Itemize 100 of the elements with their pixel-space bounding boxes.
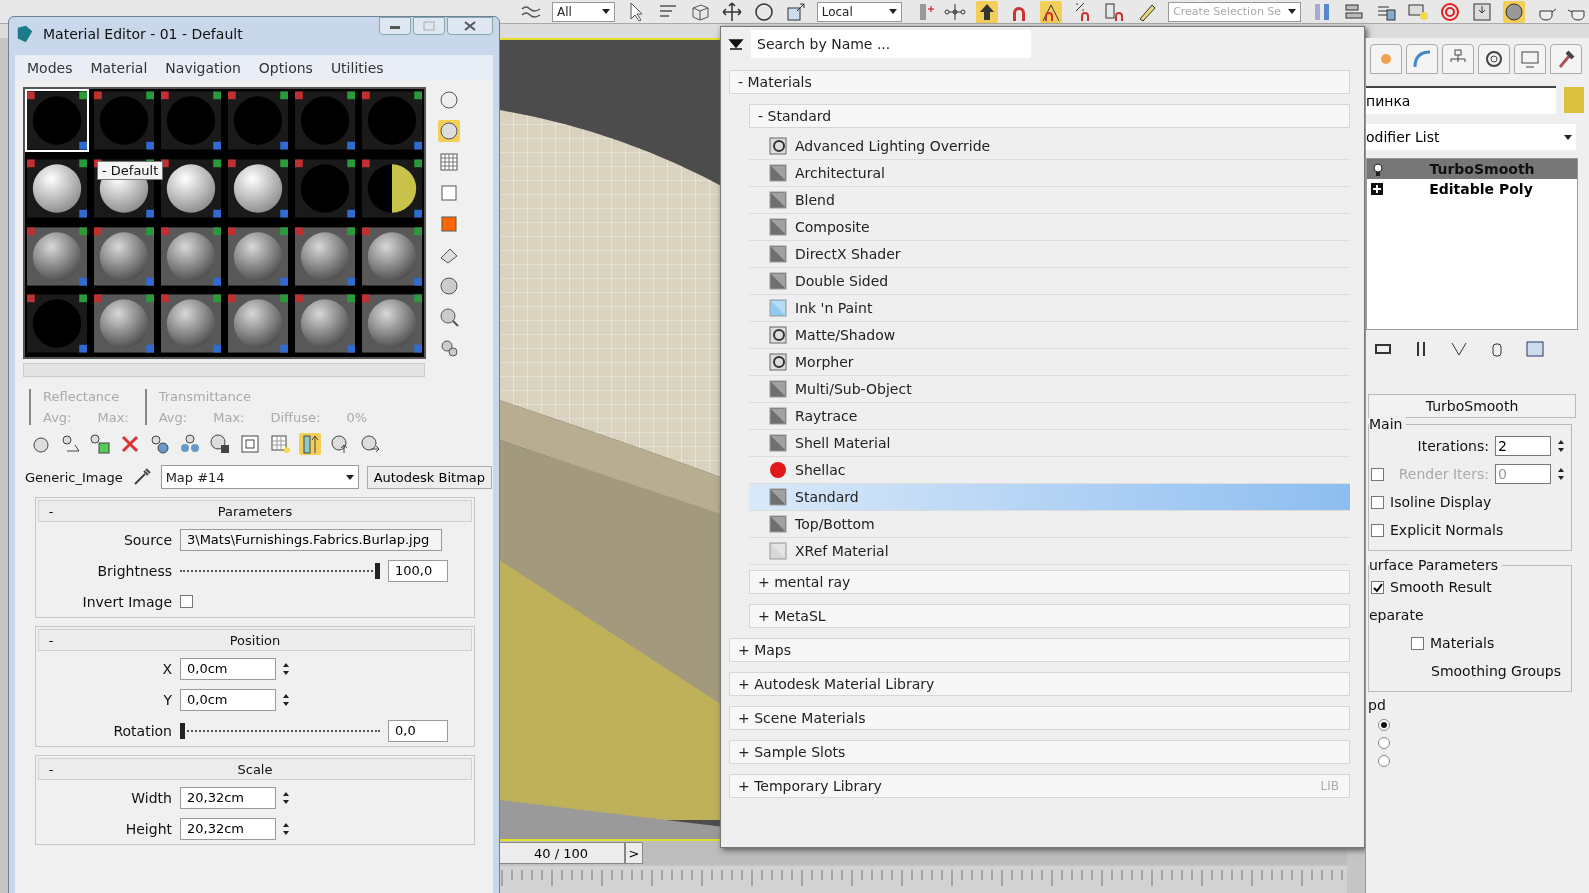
menu-item[interactable]: Modes	[19, 58, 81, 78]
group-header[interactable]: + Maps	[729, 638, 1350, 662]
material-type-item[interactable]: Shell Material	[749, 430, 1350, 457]
material-type-item[interactable]: Architectural	[749, 160, 1350, 187]
assign-material-icon[interactable]	[89, 433, 111, 455]
material-type-item[interactable]: Standard	[749, 484, 1350, 511]
checkbox[interactable]	[1371, 580, 1384, 594]
material-slot[interactable]	[226, 224, 290, 288]
checker-bulb-icon[interactable]	[269, 433, 291, 455]
options-sphere-icon[interactable]	[438, 275, 460, 297]
menu-item[interactable]: Options	[250, 58, 321, 78]
checker-icon[interactable]	[438, 151, 460, 173]
close-icon[interactable]	[463, 21, 477, 31]
caret-icon[interactable]	[345, 474, 354, 480]
material-type-item[interactable]: Top/Bottom	[749, 511, 1350, 538]
slider-thumb[interactable]	[375, 562, 380, 579]
magnify-sphere-icon[interactable]	[438, 306, 460, 328]
checkbox[interactable]	[180, 595, 193, 608]
material-type-item[interactable]: Matte/Shadow	[749, 322, 1350, 349]
move-icon[interactable]	[720, 0, 743, 23]
group-header[interactable]: + Sample Slots	[729, 740, 1350, 764]
unique-material-icon[interactable]	[179, 433, 201, 455]
object-name-field[interactable]: пинка	[1366, 86, 1556, 114]
checkbox[interactable]	[1371, 523, 1384, 537]
modifier-list-dropdown[interactable]: odifier List	[1366, 124, 1576, 150]
rollout-header[interactable]: - Scale	[38, 758, 472, 780]
group-header[interactable]: + Temporary Library LIB	[729, 774, 1350, 798]
selection-filter-dropdown[interactable]: All	[552, 1, 615, 22]
value-field[interactable]: 0,0	[388, 719, 448, 742]
spinner-arrows-icon[interactable]	[1557, 439, 1565, 453]
material-slot[interactable]	[92, 224, 156, 288]
scale-icon[interactable]	[784, 0, 807, 23]
menu-item[interactable]: Material	[82, 58, 156, 78]
group-header[interactable]: + mental ray	[749, 570, 1350, 594]
copy-material-icon[interactable]	[149, 433, 171, 455]
delete-icon[interactable]	[119, 433, 141, 455]
collapse-toggle[interactable]: -	[39, 761, 63, 777]
radio-button[interactable]	[1378, 755, 1390, 767]
material-slot[interactable]	[360, 224, 424, 288]
material-type-item[interactable]: Multi/Sub-Object	[749, 376, 1350, 403]
material-slot[interactable]	[159, 292, 223, 356]
backlight-icon[interactable]	[438, 120, 460, 142]
material-slot[interactable]	[159, 224, 223, 288]
collapse-toggle[interactable]: -	[39, 503, 63, 519]
map-name-dropdown[interactable]: Map #14	[160, 465, 359, 489]
material-slot[interactable]	[159, 156, 223, 220]
material-slot[interactable]	[360, 156, 424, 220]
checkbox[interactable]	[1411, 636, 1424, 650]
menu-item[interactable]: Utilities	[322, 58, 392, 78]
close-button[interactable]	[447, 17, 493, 35]
material-type-item[interactable]: Blend	[749, 187, 1350, 214]
bulb-icon[interactable]	[1371, 162, 1385, 176]
material-slot[interactable]	[293, 292, 357, 356]
configure-sets-icon[interactable]	[1524, 338, 1546, 360]
collapse-toggle[interactable]: -	[39, 632, 63, 648]
sample-sphere-icon[interactable]	[438, 89, 460, 111]
rollout-header[interactable]: - Position	[38, 629, 472, 651]
rollout-header[interactable]: TurboSmooth	[1368, 394, 1576, 418]
material-id-icon[interactable]	[239, 433, 261, 455]
minimize-button[interactable]	[379, 17, 411, 35]
group-header[interactable]: + Autodesk Material Library	[729, 672, 1350, 696]
horizontal-scrollbar[interactable]	[23, 363, 425, 377]
material-type-item[interactable]: DirectX Shader	[749, 241, 1350, 268]
material-sphere-icon[interactable]	[1503, 0, 1525, 23]
material-slot[interactable]	[25, 224, 89, 288]
render-setup-icon[interactable]	[1471, 0, 1493, 23]
menu-item[interactable]: Navigation	[157, 58, 249, 78]
material-slot[interactable]	[92, 292, 156, 356]
object-color-swatch[interactable]	[1564, 87, 1584, 113]
group-header[interactable]: + MetaSL	[749, 604, 1350, 628]
coordinate-system-dropdown[interactable]: Local	[816, 1, 903, 22]
group-header[interactable]: + Scene Materials	[729, 706, 1350, 730]
next-frame-button[interactable]: >	[625, 842, 643, 864]
material-type-item[interactable]: Composite	[749, 214, 1350, 241]
spinner-field[interactable]: 20,32cm	[180, 817, 276, 840]
spinner-arrows-icon[interactable]	[282, 821, 290, 836]
spinner-field[interactable]: 0,0cm	[180, 688, 276, 711]
search-field[interactable]: Search by Name ...	[751, 30, 1031, 58]
spinner-field[interactable]: 0,0cm	[180, 657, 276, 680]
caret-icon[interactable]	[601, 9, 610, 14]
spinner-arrows-icon[interactable]	[282, 790, 290, 805]
caret-icon[interactable]	[889, 9, 898, 14]
material-slot[interactable]	[226, 156, 290, 220]
material-slot[interactable]	[25, 156, 89, 220]
map-type-button[interactable]: Autodesk Bitmap	[366, 465, 493, 489]
put-to-scene-icon[interactable]	[59, 433, 81, 455]
material-type-item[interactable]: Morpher	[749, 349, 1350, 376]
rotate-icon[interactable]	[752, 0, 775, 23]
caret-icon[interactable]	[1288, 9, 1296, 14]
target-icon[interactable]	[1439, 0, 1461, 23]
radio-button[interactable]	[1378, 719, 1390, 731]
rollout-header[interactable]: - Parameters	[38, 500, 472, 522]
square-icon[interactable]	[438, 182, 460, 204]
material-type-item[interactable]: Advanced Lighting Override	[749, 133, 1350, 160]
group-header[interactable]: - Standard	[749, 104, 1350, 128]
checkbox[interactable]	[1371, 495, 1384, 509]
source-field[interactable]: 3\Mats\Furnishings.Fabrics.Burlap.jpg	[180, 528, 442, 551]
material-type-item[interactable]: Raytrace	[749, 403, 1350, 430]
go-forward-icon[interactable]	[359, 433, 381, 455]
value-field[interactable]: 100,0	[388, 559, 448, 582]
